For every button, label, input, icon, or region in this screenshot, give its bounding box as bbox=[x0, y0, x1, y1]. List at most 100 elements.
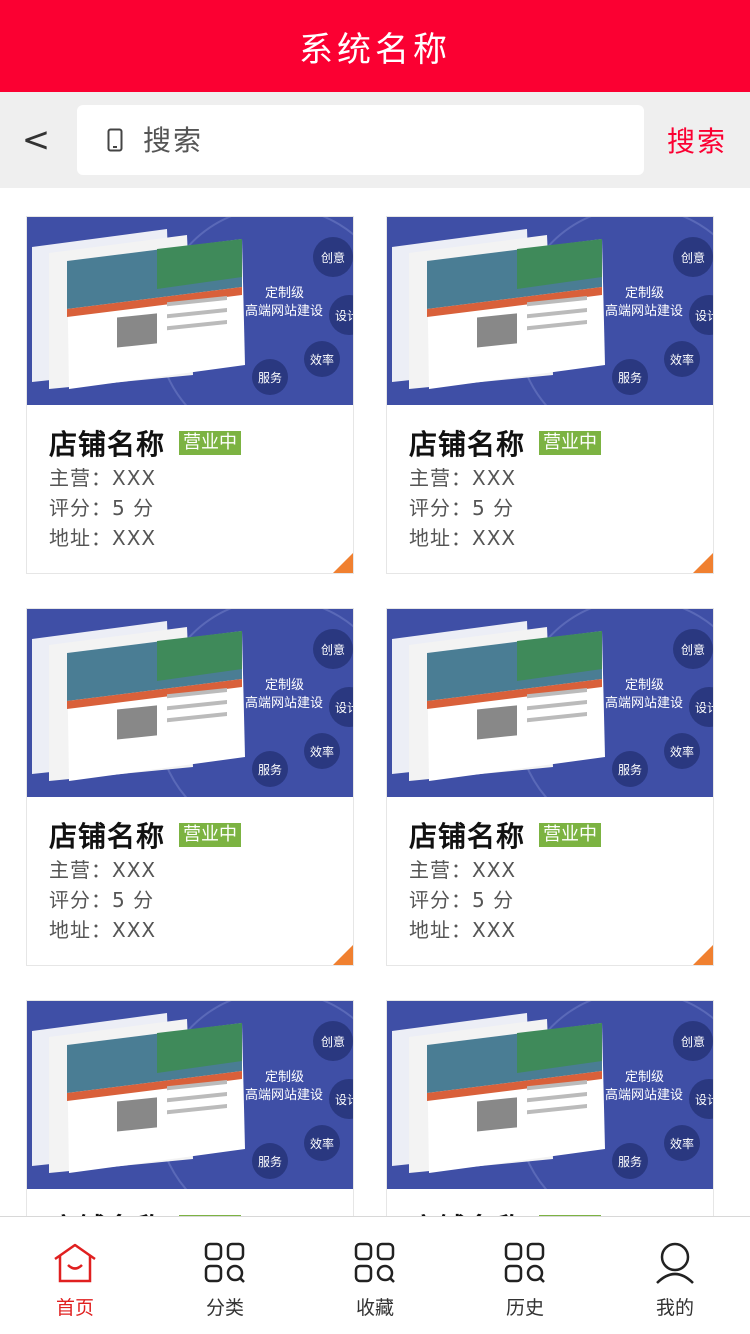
svg-text:服务: 服务 bbox=[618, 762, 642, 777]
shop-card-body: 店铺名称 营业中 主营：XXX 评分：5 分 地址：XXX bbox=[387, 797, 713, 945]
shop-card[interactable]: 定制级 高端网站建设 创意 设计 效率 服务 店铺名称 营业中 主营：XXX 评… bbox=[386, 216, 714, 574]
tab-label: 收藏 bbox=[355, 1297, 394, 1319]
tab-label: 分类 bbox=[205, 1297, 244, 1319]
svg-text:高端网站建设: 高端网站建设 bbox=[605, 695, 683, 711]
svg-text:定制级: 定制级 bbox=[265, 1070, 304, 1085]
user-icon bbox=[656, 1242, 694, 1284]
svg-text:创意: 创意 bbox=[681, 1034, 705, 1049]
svg-text:定制级: 定制级 bbox=[265, 286, 304, 301]
favorites-icon bbox=[354, 1242, 395, 1283]
svg-text:创意: 创意 bbox=[321, 642, 345, 657]
svg-text:创意: 创意 bbox=[681, 250, 705, 265]
svg-text:定制级: 定制级 bbox=[265, 678, 304, 693]
shop-card[interactable]: 定制级 高端网站建设 创意 设计 效率 服务 店铺名称 营业中 主营：XXX 评… bbox=[386, 608, 714, 966]
page-title: 系统名称 bbox=[299, 29, 451, 70]
svg-text:定制级: 定制级 bbox=[625, 1070, 664, 1085]
shop-banner-image: 定制级 高端网站建设 创意 设计 效率 服务 bbox=[27, 609, 353, 797]
shop-name: 店铺名称 bbox=[409, 820, 526, 853]
svg-text:创意: 创意 bbox=[321, 250, 345, 265]
svg-text:效率: 效率 bbox=[310, 352, 334, 367]
svg-text:设计: 设计 bbox=[695, 309, 713, 323]
search-input[interactable] bbox=[143, 123, 583, 157]
svg-text:效率: 效率 bbox=[310, 1136, 334, 1151]
home-icon bbox=[54, 1243, 96, 1283]
svg-text:服务: 服务 bbox=[618, 370, 642, 385]
svg-text:效率: 效率 bbox=[670, 352, 694, 367]
svg-text:服务: 服务 bbox=[258, 370, 282, 385]
shop-main-business: 主营：XXX bbox=[49, 858, 157, 882]
shop-main-business: 主营：XXX bbox=[49, 466, 157, 490]
shop-card-body: 店铺名称 营业中 主营：XXX 评分：5 分 地址：XXX bbox=[27, 797, 353, 945]
svg-text:设计: 设计 bbox=[695, 1093, 713, 1107]
tab-mine[interactable]: 我的 bbox=[600, 1217, 750, 1334]
corner-add-icon[interactable] bbox=[693, 945, 713, 965]
svg-text:高端网站建设: 高端网站建设 bbox=[605, 303, 683, 319]
shop-address: 地址：XXX bbox=[409, 526, 517, 550]
tab-category[interactable]: 分类 bbox=[150, 1217, 300, 1334]
svg-text:效率: 效率 bbox=[310, 744, 334, 759]
tab-label: 历史 bbox=[505, 1297, 544, 1319]
shop-name: 店铺名称 bbox=[49, 820, 166, 853]
svg-text:设计: 设计 bbox=[335, 1093, 353, 1107]
shop-address: 地址：XXX bbox=[49, 526, 157, 550]
svg-text:定制级: 定制级 bbox=[625, 678, 664, 693]
corner-add-icon[interactable] bbox=[333, 553, 353, 573]
shop-main-business: 主营：XXX bbox=[409, 466, 517, 490]
shop-title-row: 店铺名称 营业中 bbox=[409, 815, 713, 855]
tab-home[interactable]: 首页 bbox=[0, 1217, 150, 1334]
tab-label: 我的 bbox=[655, 1297, 694, 1319]
svg-text:设计: 设计 bbox=[335, 701, 353, 715]
shop-name: 店铺名称 bbox=[49, 428, 166, 461]
shop-address: 地址：XXX bbox=[409, 918, 517, 942]
svg-text:服务: 服务 bbox=[258, 1154, 282, 1169]
shop-main-business: 主营：XXX bbox=[409, 858, 517, 882]
app-header: 系统名称 bbox=[0, 0, 750, 92]
svg-text:服务: 服务 bbox=[258, 762, 282, 777]
shop-title-row: 店铺名称 营业中 bbox=[49, 423, 353, 463]
back-button[interactable]: < bbox=[0, 92, 72, 188]
svg-text:创意: 创意 bbox=[321, 1034, 345, 1049]
shop-address: 地址：XXX bbox=[49, 918, 157, 942]
shop-rating: 评分：5 分 bbox=[409, 496, 515, 520]
category-icon bbox=[204, 1242, 245, 1283]
search-box[interactable] bbox=[77, 105, 644, 175]
svg-text:创意: 创意 bbox=[681, 642, 705, 657]
shop-banner-image: 定制级 高端网站建设 创意 设计 效率 服务 bbox=[27, 1001, 353, 1189]
svg-text:高端网站建设: 高端网站建设 bbox=[245, 303, 323, 319]
shop-banner-image: 定制级 高端网站建设 创意 设计 效率 服务 bbox=[387, 1001, 713, 1189]
status-badge: 营业中 bbox=[539, 431, 602, 455]
history-icon bbox=[504, 1242, 545, 1283]
svg-text:设计: 设计 bbox=[695, 701, 713, 715]
shop-card[interactable]: 定制级 高端网站建设 创意 设计 效率 服务 店铺名称 营业中 主营：XXX 评… bbox=[26, 608, 354, 966]
shop-banner-image: 定制级 高端网站建设 创意 设计 效率 服务 bbox=[387, 609, 713, 797]
svg-text:效率: 效率 bbox=[670, 744, 694, 759]
svg-text:定制级: 定制级 bbox=[625, 286, 664, 301]
tab-history[interactable]: 历史 bbox=[450, 1217, 600, 1334]
status-badge: 营业中 bbox=[179, 431, 242, 455]
shop-title-row: 店铺名称 营业中 bbox=[409, 423, 713, 463]
shop-card[interactable]: 定制级 高端网站建设 创意 设计 效率 服务 店铺名称 营业中 主营：XXX 评… bbox=[26, 216, 354, 574]
status-badge: 营业中 bbox=[539, 823, 602, 847]
svg-text:高端网站建设: 高端网站建设 bbox=[245, 1087, 323, 1103]
tab-label: 首页 bbox=[55, 1297, 94, 1319]
corner-add-icon[interactable] bbox=[693, 553, 713, 573]
corner-add-icon[interactable] bbox=[333, 945, 353, 965]
phone-icon bbox=[101, 126, 129, 154]
svg-text:设计: 设计 bbox=[335, 309, 353, 323]
shop-grid: 定制级 高端网站建设 创意 设计 效率 服务 店铺名称 营业中 主营：XXX 评… bbox=[26, 216, 714, 1334]
tab-favorites[interactable]: 收藏 bbox=[300, 1217, 450, 1334]
shop-title-row: 店铺名称 营业中 bbox=[49, 815, 353, 855]
shop-name: 店铺名称 bbox=[409, 428, 526, 461]
status-badge: 营业中 bbox=[179, 823, 242, 847]
shop-rating: 评分：5 分 bbox=[409, 888, 515, 912]
search-bar: < 搜索 bbox=[0, 92, 750, 188]
shop-card-body: 店铺名称 营业中 主营：XXX 评分：5 分 地址：XXX bbox=[27, 405, 353, 553]
svg-text:高端网站建设: 高端网站建设 bbox=[605, 1087, 683, 1103]
bottom-tab-bar: 首页 分类 收藏 历史 我的 bbox=[0, 1216, 750, 1334]
shop-rating: 评分：5 分 bbox=[49, 888, 155, 912]
shop-banner-image: 定制级 高端网站建设 创意 设计 效率 服务 bbox=[387, 217, 713, 405]
search-button[interactable]: 搜索 bbox=[644, 120, 750, 160]
shop-banner-image: 定制级 高端网站建设 创意 设计 效率 服务 bbox=[27, 217, 353, 405]
shop-card-body: 店铺名称 营业中 主营：XXX 评分：5 分 地址：XXX bbox=[387, 405, 713, 553]
svg-text:高端网站建设: 高端网站建设 bbox=[245, 695, 323, 711]
